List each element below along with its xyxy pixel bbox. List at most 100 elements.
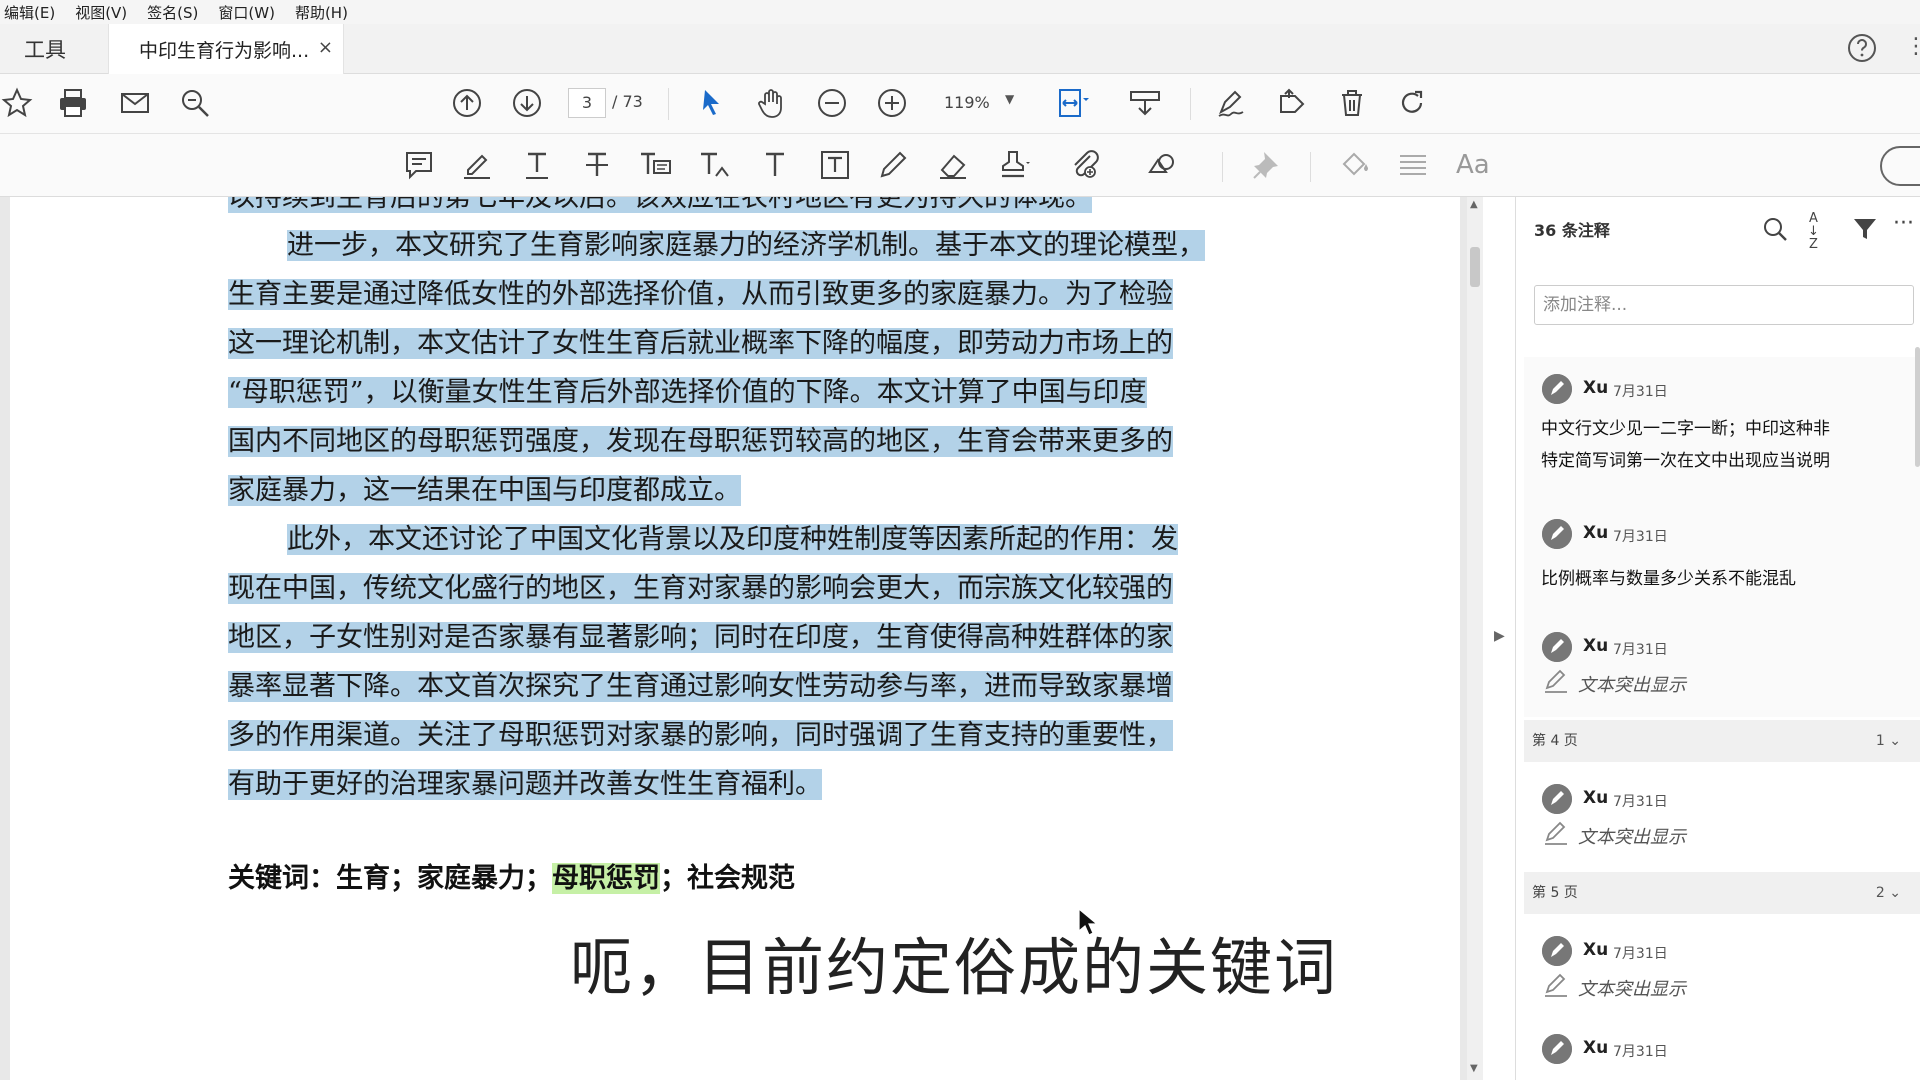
pin-icon[interactable] xyxy=(1250,148,1284,182)
attach-file-icon[interactable] xyxy=(1068,148,1102,182)
highlighter-icon xyxy=(1543,668,1569,694)
pencil-icon[interactable] xyxy=(876,148,910,182)
shapes-icon[interactable] xyxy=(1146,148,1180,182)
scroll-down-icon[interactable]: ▼ xyxy=(1470,1063,1478,1074)
stamp-icon[interactable] xyxy=(996,148,1030,182)
comment-author: Xu xyxy=(1583,636,1609,656)
close-toolbar-button[interactable] xyxy=(1880,146,1920,186)
text-line: 此外，本文还讨论了中国文化背景以及印度种姓制度等因素所起的作用：发 xyxy=(287,524,1178,555)
comment-text-line: 特定简写词第一次在文中出现应当说明 xyxy=(1541,451,1830,471)
comment-author: Xu xyxy=(1583,788,1609,808)
delete-icon[interactable] xyxy=(1335,86,1369,120)
replace-text-icon[interactable] xyxy=(638,148,672,182)
text-line: 多的作用渠道。关注了母职惩罚对家暴的影响，同时强调了生育支持的重要性， xyxy=(228,720,1173,751)
print-icon[interactable] xyxy=(56,86,90,120)
text-line: 有助于更好的治理家暴问题并改善女性生育福利。 xyxy=(228,769,822,800)
email-icon[interactable] xyxy=(118,86,152,120)
keywords-label: 关键词：生育；家庭暴力； xyxy=(228,863,552,894)
filter-icon[interactable] xyxy=(1851,215,1879,243)
text-line: 暴率显著下降。本文首次探究了生育通过影响女性劳动参与率，进而导致家暴增 xyxy=(228,671,1173,702)
comment-date: 7月31日 xyxy=(1613,642,1668,658)
text-line: 现在中国，传统文化盛行的地区，生育对家暴的影响会更大，而宗族文化较强的 xyxy=(228,573,1173,604)
sign-icon[interactable] xyxy=(1215,86,1249,120)
comment-toolbar: Aa xyxy=(0,134,1920,197)
comment-author: Xu xyxy=(1583,940,1609,960)
rotate-icon[interactable] xyxy=(1395,86,1429,120)
panel-scrollbar[interactable] xyxy=(1913,347,1920,1047)
search-icon[interactable] xyxy=(178,86,212,120)
scroll-up-icon[interactable]: ▲ xyxy=(1470,199,1478,210)
text-line: 生育主要是通过降低女性的外部选择价值，从而引致更多的家庭暴力。为了检验 xyxy=(228,279,1173,310)
document-scrollbar[interactable]: ▲ ▼ xyxy=(1467,197,1483,1080)
scrollbar-thumb[interactable] xyxy=(1915,347,1920,467)
scrollbar-thumb[interactable] xyxy=(1470,247,1480,287)
sort-icon[interactable]: A ↓ Z xyxy=(1808,212,1819,251)
page-total: / 73 xyxy=(612,92,643,111)
add-comment-input[interactable]: 添加注释... xyxy=(1534,285,1914,325)
next-page-icon[interactable] xyxy=(510,86,544,120)
zoom-out-icon[interactable] xyxy=(815,86,849,120)
text-box-icon[interactable] xyxy=(818,148,852,182)
help-icon[interactable] xyxy=(1846,32,1878,64)
text-line: 国内不同地区的母职惩罚强度，发现在母职惩罚较高的地区，生育会带来更多的 xyxy=(228,426,1173,457)
menu-view[interactable]: 视图(V) xyxy=(75,2,127,23)
line-style-icon[interactable] xyxy=(1396,148,1430,182)
add-text-icon[interactable] xyxy=(758,148,792,182)
highlight-label[interactable]: 文本突出显示 xyxy=(1578,975,1686,1001)
read-mode-icon[interactable] xyxy=(1128,86,1162,120)
tab-tools[interactable]: 工具 xyxy=(0,24,90,74)
hand-tool-icon[interactable] xyxy=(755,86,789,120)
toolbar-divider xyxy=(668,88,669,120)
close-tab-button[interactable]: × xyxy=(318,37,333,58)
zoom-in-icon[interactable] xyxy=(875,86,909,120)
highlighter-icon xyxy=(1543,820,1569,846)
main-toolbar: 3 / 73 119% ▼ xyxy=(0,74,1920,134)
page-group-header[interactable]: 第 5 页 2 ⌄ xyxy=(1524,872,1920,914)
comment-date: 7月31日 xyxy=(1613,946,1668,962)
export-icon[interactable] xyxy=(1275,86,1309,120)
fill-color-icon[interactable] xyxy=(1336,148,1370,182)
select-pointer-icon[interactable] xyxy=(695,86,729,120)
comment-text-line: 比例概率与数量多少关系不能混乱 xyxy=(1541,569,1796,589)
collapse-panel-icon[interactable]: ▶ xyxy=(1494,628,1505,644)
insert-text-icon[interactable] xyxy=(698,148,732,182)
page-number-input[interactable]: 3 xyxy=(568,88,606,118)
fit-page-icon[interactable] xyxy=(1055,86,1089,120)
eraser-icon[interactable] xyxy=(936,148,970,182)
comment-date: 7月31日 xyxy=(1613,384,1668,400)
prev-page-icon[interactable] xyxy=(450,86,484,120)
toolbar-divider xyxy=(1190,88,1191,120)
menu-window[interactable]: 窗口(W) xyxy=(218,2,275,23)
sticky-note-icon[interactable] xyxy=(402,148,436,182)
avatar xyxy=(1542,374,1572,404)
chevron-down-icon[interactable]: ▼ xyxy=(1005,92,1014,106)
more-options-icon[interactable]: ··· xyxy=(1893,211,1914,236)
menu-sign[interactable]: 签名(S) xyxy=(147,2,198,23)
avatar xyxy=(1542,632,1572,662)
more-icon[interactable]: ⋮ xyxy=(1905,34,1920,59)
bookmark-star-icon[interactable] xyxy=(0,86,34,120)
search-icon[interactable] xyxy=(1761,215,1789,243)
tab-document[interactable]: 中印生育行为影响... × xyxy=(108,24,344,74)
font-style-icon[interactable]: Aa xyxy=(1456,148,1490,182)
menu-edit[interactable]: 编辑(E) xyxy=(4,2,55,23)
comment-text[interactable]: 比例概率与数量多少关系不能混乱 xyxy=(1541,563,1796,595)
page-group-header[interactable]: 第 4 页 1 ⌄ xyxy=(1524,720,1920,762)
highlighter-icon xyxy=(1543,972,1569,998)
comment-text[interactable]: 中文行文少见一二字一断；中印这种非 特定简写词第一次在文中出现应当说明 xyxy=(1541,413,1830,477)
highlight-label[interactable]: 文本突出显示 xyxy=(1578,671,1686,697)
strikethrough-icon[interactable] xyxy=(580,148,614,182)
page-group-count[interactable]: 2 ⌄ xyxy=(1876,872,1901,914)
comment-author: Xu xyxy=(1583,523,1609,543)
underline-text-icon[interactable] xyxy=(520,148,554,182)
document-viewport[interactable]: 以持续到生育后的第七年及以后。该效应在农村地区有更为持久的体现。 进一步，本文研… xyxy=(0,197,1468,1080)
page-group-count[interactable]: 1 ⌄ xyxy=(1876,720,1901,762)
keywords-line: 关键词：生育；家庭暴力；母职惩罚；社会规范 xyxy=(228,861,795,897)
toolbar-divider xyxy=(1310,152,1311,182)
text-line: 这一理论机制，本文估计了女性生育后就业概率下降的幅度，即劳动力市场上的 xyxy=(228,328,1173,359)
comment-author: Xu xyxy=(1583,1038,1609,1058)
menu-help[interactable]: 帮助(H) xyxy=(295,2,348,23)
keyword-highlight[interactable]: 母职惩罚 xyxy=(552,863,660,894)
highlight-label[interactable]: 文本突出显示 xyxy=(1578,823,1686,849)
highlight-pen-icon[interactable] xyxy=(460,148,494,182)
